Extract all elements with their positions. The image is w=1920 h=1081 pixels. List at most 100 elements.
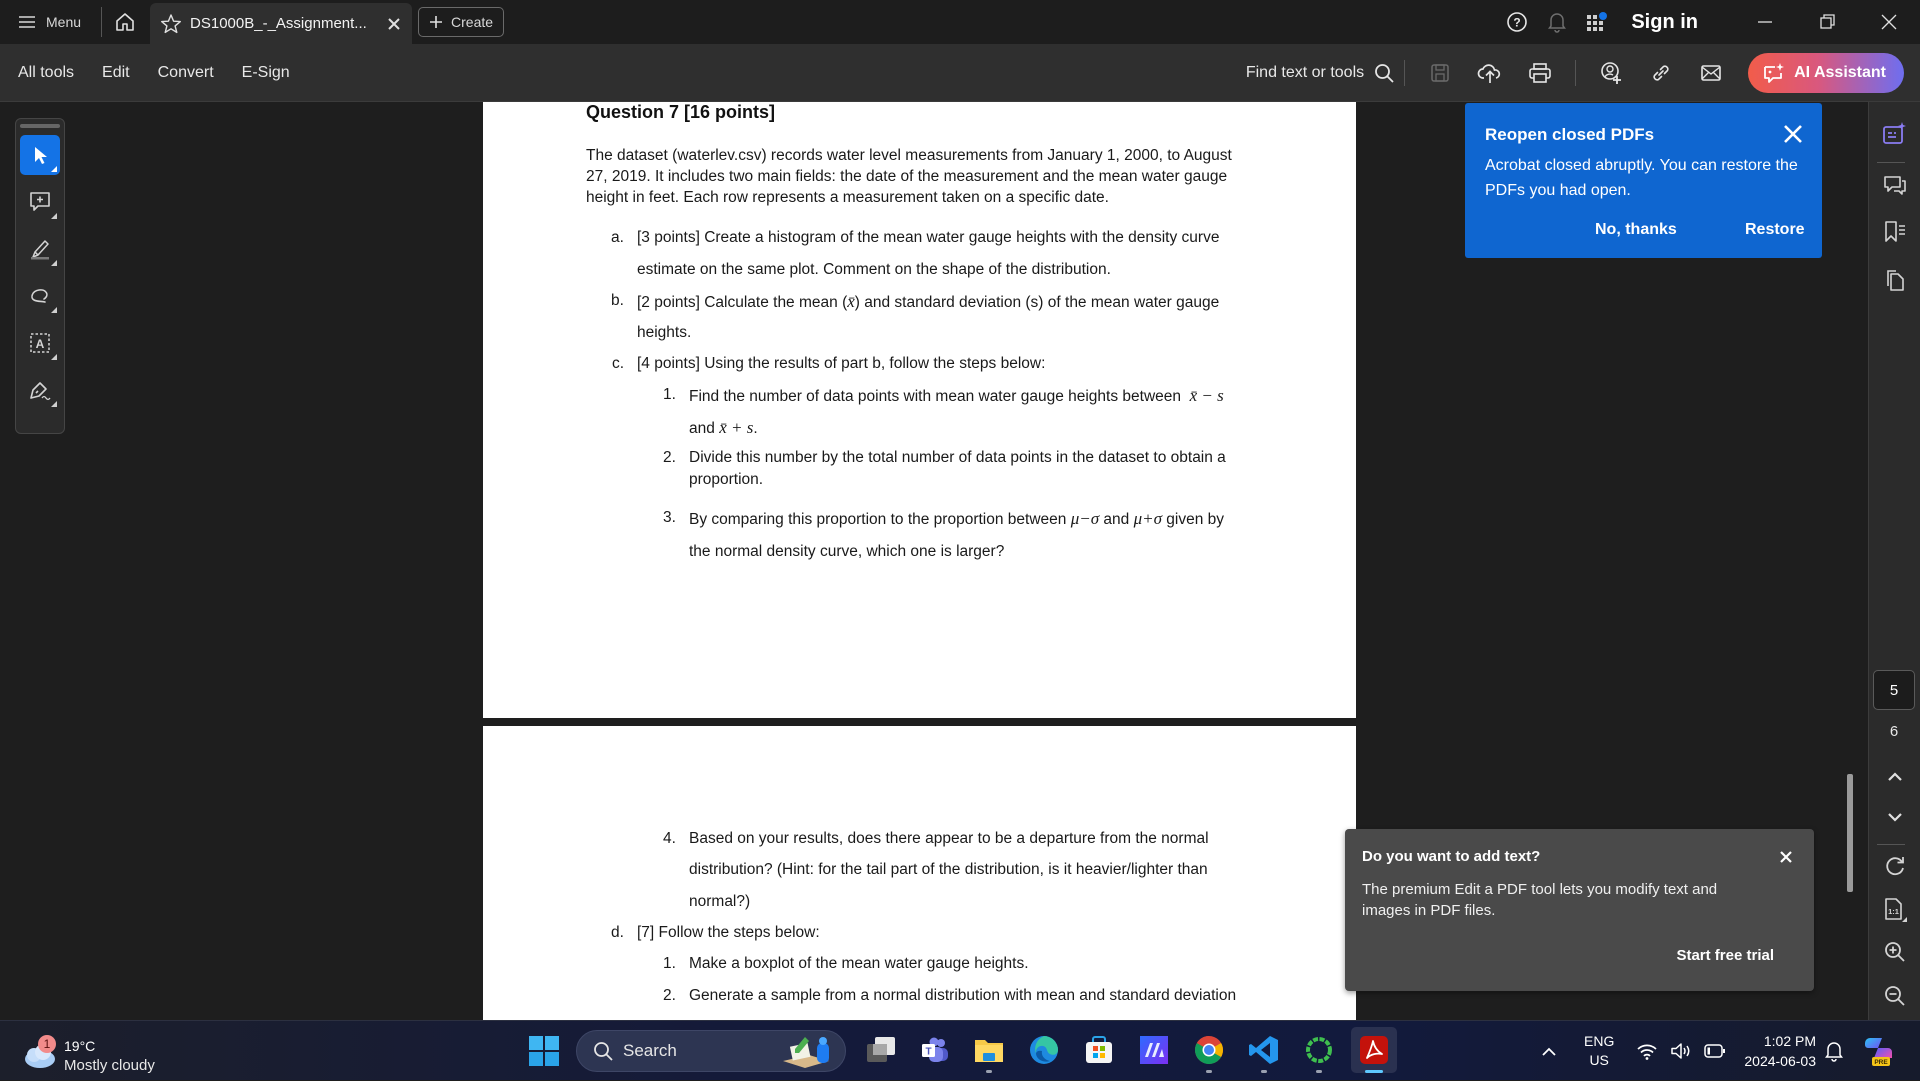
restore-window-icon <box>1820 14 1835 29</box>
step-text: normal?) <box>689 893 751 910</box>
taskbar-app-ma[interactable] <box>1131 1027 1177 1073</box>
find-tools-button[interactable]: Find text or tools <box>1246 63 1394 83</box>
bookmarks-button[interactable] <box>1869 212 1920 252</box>
home-button[interactable] <box>110 7 140 37</box>
notifications-button[interactable] <box>1537 0 1577 44</box>
drag-handle[interactable] <box>20 124 60 128</box>
taskbar-microsoft-store[interactable] <box>1076 1027 1122 1073</box>
sign-in-button[interactable]: Sign in <box>1631 11 1698 34</box>
language-indicator[interactable]: ENG US <box>1584 1021 1614 1081</box>
create-button[interactable]: Create <box>418 7 505 37</box>
ai-summary-icon <box>1883 122 1906 144</box>
select-tool-button[interactable] <box>20 135 60 175</box>
share-with-people-button[interactable] <box>1591 53 1631 93</box>
draw-tool-button[interactable] <box>20 276 60 316</box>
comments-icon <box>1884 176 1906 195</box>
current-page-indicator[interactable]: 5 <box>1873 670 1915 710</box>
next-page-button[interactable] <box>1869 798 1920 838</box>
no-thanks-button[interactable]: No, thanks <box>1595 221 1677 239</box>
bell-icon <box>1825 1042 1843 1062</box>
menu-edit[interactable]: Edit <box>102 64 130 82</box>
teams-icon: T <box>922 1037 948 1062</box>
save-button[interactable] <box>1420 53 1460 93</box>
part-a-text: [3 points] Create a histogram of the mea… <box>637 229 1220 246</box>
text-run: [2 points] Calculate the mean ( <box>637 294 848 311</box>
text-box-tool-button[interactable]: A <box>20 323 60 363</box>
popup-title: Do you want to add text? <box>1362 848 1541 865</box>
clock-date: 2024-06-03 <box>1744 1053 1816 1069</box>
battery-icon <box>1704 1044 1725 1058</box>
list-marker: 1. <box>663 955 676 972</box>
copy-link-button[interactable] <box>1641 53 1681 93</box>
minimize-button[interactable] <box>1734 0 1796 44</box>
right-side-panel: 5 6 1:1 <box>1868 102 1920 1020</box>
search-icon <box>1375 64 1394 83</box>
copilot-button[interactable]: PRE <box>1862 1021 1896 1081</box>
svg-text:1:1: 1:1 <box>1888 907 1899 916</box>
comments-button[interactable] <box>1869 166 1920 206</box>
taskbar-chrome[interactable] <box>1186 1027 1232 1073</box>
previous-page-button[interactable] <box>1869 756 1920 796</box>
taskbar-file-explorer[interactable] <box>966 1027 1012 1073</box>
show-hidden-icons-button[interactable] <box>1540 1021 1558 1081</box>
clock-time: 1:02 PM <box>1763 1033 1816 1049</box>
popup-title: Reopen closed PDFs <box>1485 125 1655 144</box>
chrome-icon <box>1195 1036 1223 1064</box>
close-icon <box>1881 14 1897 30</box>
bell-icon <box>1548 13 1567 33</box>
email-button[interactable] <box>1691 53 1731 93</box>
highlight-tool-button[interactable] <box>20 229 60 269</box>
sign-tool-button[interactable] <box>20 370 60 410</box>
menu-convert[interactable]: Convert <box>158 64 214 82</box>
cloud-upload-icon <box>1477 64 1501 83</box>
ai-assistant-button[interactable]: AI Assistant <box>1748 53 1904 93</box>
apps-button[interactable] <box>1577 0 1617 44</box>
print-button[interactable] <box>1520 53 1560 93</box>
close-tab-icon[interactable] <box>386 16 402 32</box>
generative-summary-button[interactable] <box>1869 114 1920 154</box>
comment-plus-icon <box>30 192 50 211</box>
apps-grid-icon <box>1587 12 1608 31</box>
step-text: By comparing this proportion to the prop… <box>689 509 1224 529</box>
part-a-text: estimate on the same plot. Comment on th… <box>637 261 1111 278</box>
close-window-button[interactable] <box>1858 0 1920 44</box>
taskbar-task-view[interactable] <box>858 1027 904 1073</box>
start-free-trial-button[interactable]: Start free trial <box>1676 947 1774 964</box>
taskbar-vs-code[interactable] <box>1241 1027 1287 1073</box>
taskbar-app-ring[interactable] <box>1296 1027 1342 1073</box>
menu-all-tools[interactable]: All tools <box>18 64 74 82</box>
page-fit-button[interactable]: 1:1 <box>1869 890 1920 930</box>
document-tab[interactable]: DS1000B_-_Assignment... <box>150 3 413 44</box>
zoom-out-button[interactable] <box>1869 976 1920 1016</box>
system-clock[interactable]: 1:02 PM 2024-06-03 <box>1744 1031 1816 1071</box>
taskbar-search[interactable]: Search <box>576 1030 846 1072</box>
rotate-button[interactable] <box>1869 846 1920 886</box>
taskbar-edge[interactable] <box>1021 1027 1067 1073</box>
restore-button[interactable] <box>1796 0 1858 44</box>
next-page-number[interactable]: 6 <box>1873 716 1915 746</box>
notification-center-button[interactable] <box>1824 1021 1844 1081</box>
help-button[interactable]: ? <box>1497 0 1537 44</box>
taskbar-acrobat[interactable] <box>1351 1027 1397 1073</box>
vertical-scrollbar-thumb[interactable] <box>1847 774 1853 892</box>
menu-e-sign[interactable]: E-Sign <box>242 64 290 82</box>
add-comment-button[interactable] <box>20 182 60 222</box>
restore-button[interactable]: Restore <box>1745 221 1805 239</box>
create-label: Create <box>451 14 494 30</box>
pages-thumbnails-button[interactable] <box>1869 260 1920 300</box>
submenu-indicator <box>51 307 57 313</box>
upload-cloud-button[interactable] <box>1470 53 1510 93</box>
star-icon[interactable] <box>160 13 182 35</box>
weather-widget[interactable]: 1 19°C Mostly cloudy <box>20 1029 170 1074</box>
running-indicator <box>1365 1070 1383 1073</box>
close-icon[interactable] <box>1782 123 1804 145</box>
vscode-icon <box>1249 1036 1278 1064</box>
windows-start-icon[interactable] <box>528 1035 560 1067</box>
system-status-group[interactable] <box>1636 1021 1726 1081</box>
menu-button[interactable]: Menu <box>18 0 81 44</box>
close-icon[interactable] <box>1778 849 1794 865</box>
zoom-in-button[interactable] <box>1869 932 1920 972</box>
taskbar-teams[interactable]: T <box>912 1027 958 1073</box>
add-person-icon <box>1601 62 1622 84</box>
text-run: Find the number of data points with mean… <box>689 388 1182 405</box>
